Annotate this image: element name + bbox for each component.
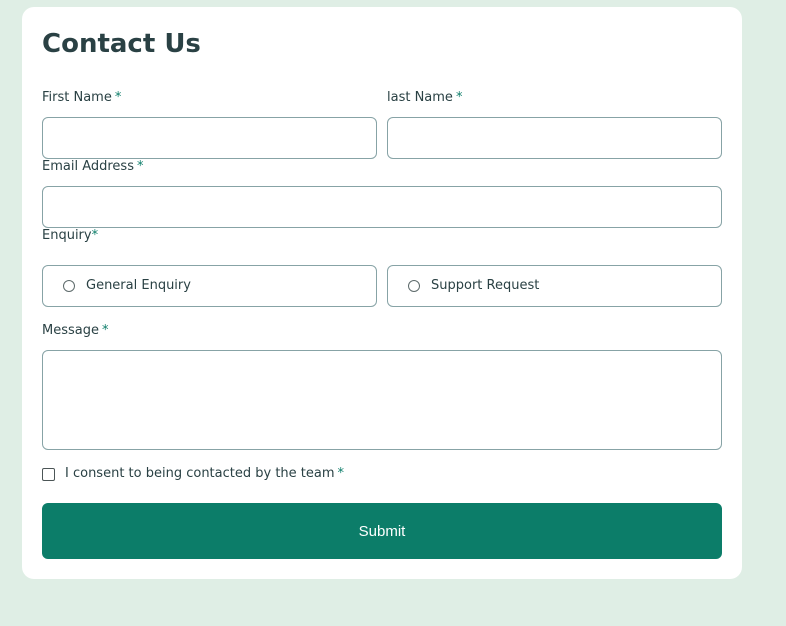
first-name-label-text: First Name — [42, 90, 112, 105]
email-input[interactable] — [42, 186, 722, 228]
message-label-text: Message — [42, 323, 99, 338]
first-name-label: First Name * — [42, 90, 121, 106]
radio-button[interactable] — [408, 280, 420, 292]
first-name-input[interactable] — [42, 117, 377, 159]
support-request-option[interactable]: Support Request — [387, 265, 722, 307]
submit-button[interactable]: Submit — [42, 503, 722, 559]
general-enquiry-option[interactable]: General Enquiry — [42, 265, 377, 307]
required-marker: * — [455, 90, 463, 105]
required-marker: * — [101, 323, 109, 338]
last-name-label-text: last Name — [387, 90, 453, 105]
required-marker: * — [136, 159, 144, 174]
consent-label-text: I consent to being contacted by the team — [65, 466, 335, 481]
consent-label: I consent to being contacted by the team… — [65, 466, 344, 482]
consent-checkbox[interactable] — [42, 468, 55, 481]
radio-button[interactable] — [63, 280, 75, 292]
last-name-input[interactable] — [387, 117, 722, 159]
email-label-text: Email Address — [42, 159, 134, 174]
message-label: Message * — [42, 323, 108, 339]
enquiry-label-text: Enquiry — [42, 228, 92, 243]
support-request-label: Support Request — [431, 278, 540, 293]
required-marker: * — [114, 90, 122, 105]
enquiry-label: Enquiry* — [42, 228, 98, 244]
message-textarea[interactable] — [42, 350, 722, 450]
required-marker: * — [337, 466, 345, 481]
required-marker: * — [91, 228, 99, 243]
email-label: Email Address * — [42, 159, 143, 175]
form-title: Contact Us — [42, 29, 201, 59]
last-name-label: last Name * — [387, 90, 462, 106]
general-enquiry-label: General Enquiry — [86, 278, 191, 293]
contact-form-card: Contact Us First Name * last Name * Email … — [22, 7, 742, 579]
